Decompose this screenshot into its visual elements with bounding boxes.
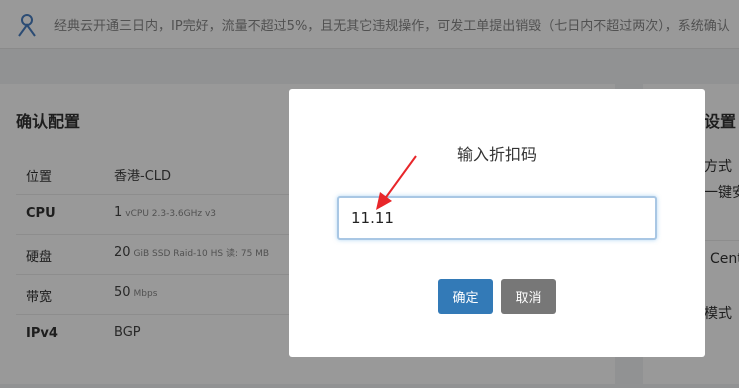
annotation-arrow-icon (376, 155, 417, 210)
discount-code-dialog: 输入折扣码 确定 取消 (289, 89, 705, 357)
confirm-button[interactable]: 确定 (438, 279, 493, 314)
dialog-title: 输入折扣码 (456, 145, 537, 164)
cancel-button[interactable]: 取消 (501, 279, 556, 314)
